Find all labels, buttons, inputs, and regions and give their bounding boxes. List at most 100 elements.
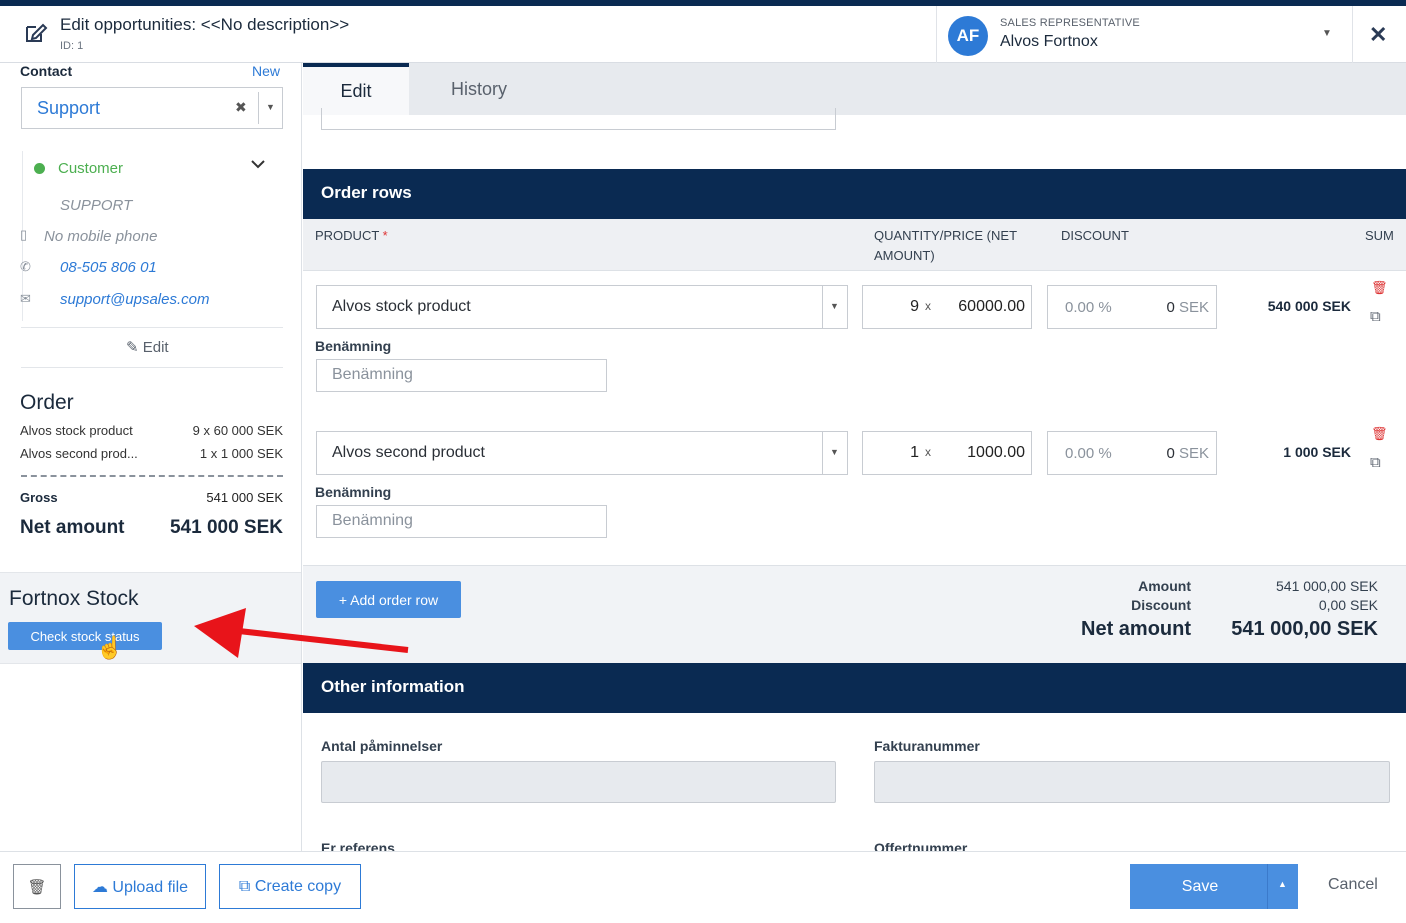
order-rows-columns: PRODUCT * QUANTITY/PRICE (NET AMOUNT) DI…: [303, 219, 1406, 271]
edit-contact-button[interactable]: ✎ Edit: [126, 338, 169, 356]
fakturanummer-input[interactable]: [874, 761, 1390, 803]
antal-paminnelser-input[interactable]: [321, 761, 836, 803]
column-quantity: QUANTITY/PRICE (NET AMOUNT): [874, 228, 1017, 263]
upload-file-label: Upload file: [112, 878, 189, 896]
benamning-input[interactable]: Benämning: [316, 359, 607, 392]
copy-icon[interactable]: ⧉: [1370, 454, 1381, 471]
row-sum: 1 000 SEK: [1283, 444, 1351, 460]
create-copy-button[interactable]: ⧉ Create copy: [219, 864, 361, 909]
trash-icon[interactable]: 🗑: [1371, 280, 1388, 296]
chevron-down-icon[interactable]: ▼: [1322, 28, 1332, 39]
discount-field[interactable]: 0.00 % 0 SEK: [1047, 431, 1217, 475]
product-select[interactable]: Alvos second product ▼: [316, 431, 848, 475]
net-amount-total-value: 541 000,00 SEK: [1231, 618, 1378, 640]
row-sum: 540 000 SEK: [1267, 298, 1351, 314]
required-marker: *: [382, 228, 388, 243]
discount-percent-value: 0.00: [1065, 299, 1095, 316]
discount-percent[interactable]: 0.00 %: [1065, 299, 1112, 316]
chevron-down-icon[interactable]: ▲: [1278, 879, 1287, 889]
percent-symbol: %: [1098, 445, 1112, 462]
save-label: Save: [1181, 877, 1219, 895]
chevron-down-icon[interactable]: ▼: [830, 301, 839, 311]
save-button[interactable]: Save: [1130, 864, 1298, 909]
quantity-price-field[interactable]: 1 x 1000.00: [862, 431, 1032, 475]
close-icon[interactable]: ✕: [1369, 22, 1387, 48]
times-symbol: x: [925, 299, 931, 313]
discount-amount[interactable]: 0 SEK: [1166, 445, 1209, 462]
order-title: Order: [20, 391, 74, 414]
quantity-value[interactable]: 1: [910, 444, 919, 462]
currency-label: SEK: [1178, 299, 1209, 316]
currency-label: SEK: [1178, 445, 1209, 462]
discount-field[interactable]: 0.00 % 0 SEK: [1047, 285, 1217, 329]
divider: [21, 367, 283, 368]
quantity-price-field[interactable]: 9 x 60000.00: [862, 285, 1032, 329]
net-amount-row: Net amount 541 000 SEK: [20, 517, 283, 539]
column-product: PRODUCT *: [315, 226, 388, 246]
net-amount-total-label: Net amount: [1081, 618, 1191, 640]
price-value[interactable]: 60000.00: [958, 298, 1025, 316]
order-line-name: Alvos stock product: [20, 423, 133, 438]
benamning-label: Benämning: [315, 338, 392, 354]
divider: [258, 92, 259, 124]
modal-footer: 🗑 ☁ Upload file ⧉ Create copy Save ▲ Can…: [0, 851, 1406, 923]
avatar[interactable]: AF: [948, 16, 988, 56]
contact-email-link[interactable]: support@upsales.com: [60, 291, 209, 308]
delete-button[interactable]: 🗑: [13, 864, 61, 909]
divider: [822, 286, 823, 328]
order-line-value: 1 x 1 000 SEK: [199, 446, 283, 461]
divider: [21, 327, 283, 328]
divider: [822, 432, 823, 474]
column-discount: DISCOUNT: [1061, 228, 1129, 243]
benamning-input[interactable]: Benämning: [316, 505, 607, 538]
net-amount-label: Net amount: [20, 517, 125, 538]
chevron-down-icon[interactable]: ▼: [830, 447, 839, 457]
product-select-value: Alvos second product: [332, 444, 485, 461]
hand-cursor-icon: ☝: [96, 635, 124, 660]
trash-icon[interactable]: 🗑: [1371, 426, 1388, 442]
discount-total-label: Discount: [1131, 597, 1191, 613]
copy-icon[interactable]: ⧉: [1370, 308, 1381, 325]
times-symbol: x: [925, 445, 931, 459]
quantity-value[interactable]: 9: [910, 298, 919, 316]
page-title: Edit opportunities: <<No description>>: [60, 15, 350, 34]
discount-amount[interactable]: 0 SEK: [1166, 299, 1209, 316]
discount-percent-value: 0.00: [1065, 445, 1095, 462]
other-information-header: Other information: [303, 663, 1406, 713]
divider: [1352, 6, 1353, 63]
record-id: ID: 1: [60, 40, 84, 52]
contact-title: SUPPORT: [60, 197, 133, 214]
main-content: Edit History Order rows PRODUCT * QUANTI…: [303, 63, 1406, 851]
discount-percent[interactable]: 0.00 %: [1065, 445, 1112, 462]
contact-phone-link[interactable]: 08-505 806 01: [60, 259, 157, 276]
chevron-down-icon[interactable]: ▼: [266, 102, 275, 112]
chevron-down-icon[interactable]: [250, 157, 266, 175]
price-value[interactable]: 1000.00: [967, 444, 1025, 462]
divider: [1267, 864, 1268, 909]
discount-amount-value: 0: [1166, 445, 1175, 462]
email-icon: ✉: [20, 291, 31, 306]
scrolled-field[interactable]: [321, 108, 836, 130]
cloud-upload-icon: ☁: [91, 878, 108, 896]
gross-row: Gross 541 000 SEK: [20, 490, 283, 505]
order-rows-header: Order rows: [303, 169, 1406, 219]
new-contact-link[interactable]: New: [252, 63, 280, 79]
cancel-button[interactable]: Cancel: [1328, 876, 1378, 894]
copy-icon: ⧉: [238, 877, 251, 895]
product-select[interactable]: Alvos stock product ▼: [316, 285, 848, 329]
discount-total-value: 0,00 SEK: [1318, 597, 1378, 613]
amount-label: Amount: [1138, 578, 1191, 594]
field-label: Er referens: [321, 840, 395, 851]
modal-header: Edit opportunities: <<No description>> I…: [0, 6, 1406, 63]
status-dot-icon: [34, 163, 45, 174]
net-amount-value: 541 000 SEK: [169, 517, 283, 538]
upload-file-button[interactable]: ☁ Upload file: [74, 864, 206, 909]
contact-select[interactable]: Support ✖ ▼: [21, 87, 283, 129]
clear-icon[interactable]: ✖: [235, 99, 247, 116]
sales-rep-select[interactable]: Alvos Fortnox: [1000, 33, 1098, 51]
left-sidebar: Contact New Support ✖ ▼ Customer SUPPORT…: [0, 63, 302, 851]
column-product-label: PRODUCT: [315, 228, 380, 243]
edit-icon: [24, 22, 48, 44]
divider: [936, 6, 937, 63]
check-stock-status-button[interactable]: Check stock status: [8, 622, 162, 650]
